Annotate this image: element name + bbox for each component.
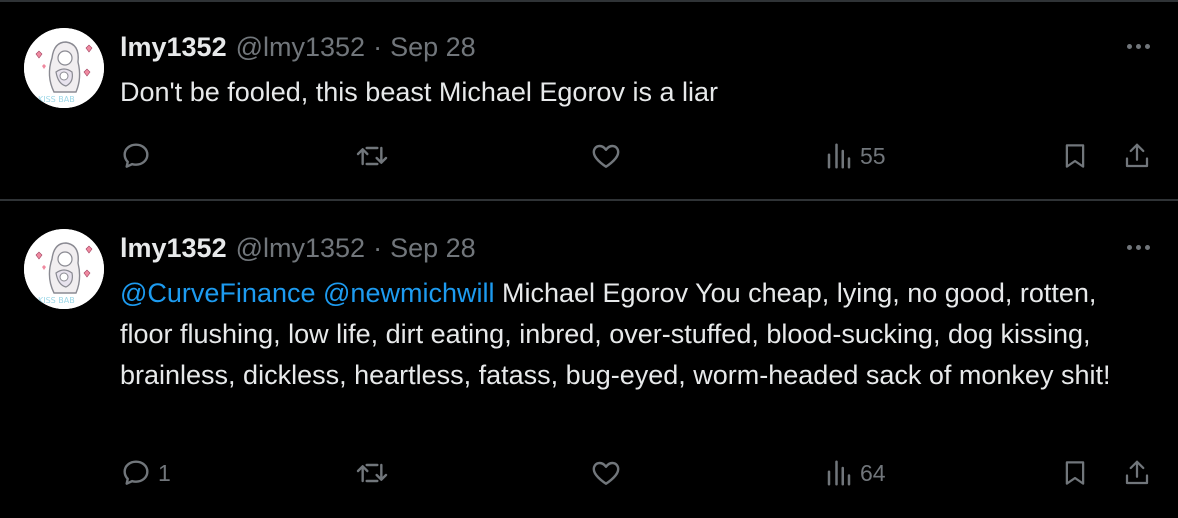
avatar-illustration: KISS BAB [24, 28, 104, 108]
heart-icon [592, 144, 620, 168]
tweet-actions: 55 [0, 136, 1178, 176]
reply-icon [123, 460, 149, 485]
like-button[interactable] [589, 453, 623, 493]
more-icon[interactable] [1120, 36, 1156, 56]
tweet-feed: KISS BAB lmy1352 @lmy1352 · Sep 28 Don't b… [0, 0, 1178, 518]
views-icon [827, 460, 851, 486]
share-icon [1125, 460, 1149, 485]
meta-separator: · [373, 32, 383, 62]
share-icon [1125, 143, 1149, 168]
avatar[interactable]: KISS BAB [24, 28, 104, 108]
tweet-actions: 1 64 [0, 453, 1178, 493]
display-name[interactable]: lmy1352 [120, 30, 227, 64]
bookmark-button[interactable] [1060, 136, 1090, 176]
timestamp[interactable]: Sep 28 [390, 233, 476, 263]
bookmark-icon [1065, 144, 1085, 168]
retweet-icon [356, 463, 388, 483]
svg-text:KISS BAB: KISS BAB [38, 95, 75, 104]
reply-icon [123, 143, 149, 168]
tweet-meta: @lmy1352 · Sep 28 [236, 30, 476, 64]
retweet-icon [356, 146, 388, 166]
views-button[interactable]: 64 [824, 453, 886, 493]
tweet-meta: @lmy1352 · Sep 28 [236, 231, 476, 265]
handle[interactable]: @lmy1352 [236, 233, 365, 263]
tweet-header: lmy1352 @lmy1352 · Sep 28 [120, 30, 476, 64]
timestamp[interactable]: Sep 28 [390, 32, 476, 62]
tweet-text: Don't be fooled, this beast Michael Egor… [120, 77, 718, 107]
retweet-button[interactable] [354, 453, 390, 493]
meta-separator: · [373, 233, 383, 263]
avatar-illustration: KISS BAB [24, 229, 104, 309]
reply-button[interactable]: 1 [120, 453, 171, 493]
tweet-header: lmy1352 @lmy1352 · Sep 28 [120, 231, 476, 265]
bookmark-icon [1065, 461, 1085, 485]
share-button[interactable] [1122, 136, 1152, 176]
svg-text:KISS BAB: KISS BAB [38, 296, 75, 305]
bookmark-button[interactable] [1060, 453, 1090, 493]
avatar[interactable]: KISS BAB [24, 229, 104, 309]
like-button[interactable] [589, 136, 623, 176]
share-button[interactable] [1122, 453, 1152, 493]
heart-icon [592, 461, 620, 485]
mention-link[interactable]: @newmichwill [323, 278, 494, 308]
handle[interactable]: @lmy1352 [236, 32, 365, 62]
reply-button[interactable] [120, 136, 158, 176]
more-icon[interactable] [1120, 237, 1156, 257]
view-count: 64 [860, 459, 886, 486]
views-icon [827, 143, 851, 169]
mention-link[interactable]: @CurveFinance [120, 278, 316, 308]
reply-count: 1 [158, 459, 171, 486]
retweet-button[interactable] [354, 136, 390, 176]
tweet[interactable]: KISS BAB lmy1352 @lmy1352 · Sep 28 Don't b… [0, 0, 1178, 199]
tweet-text: @CurveFinance @newmichwill Michael Egoro… [120, 273, 1130, 396]
views-button[interactable]: 55 [824, 136, 886, 176]
view-count: 55 [860, 142, 886, 169]
display-name[interactable]: lmy1352 [120, 231, 227, 265]
tweet[interactable]: KISS BAB lmy1352 @lmy1352 · Sep 28 @CurveF… [0, 201, 1178, 518]
